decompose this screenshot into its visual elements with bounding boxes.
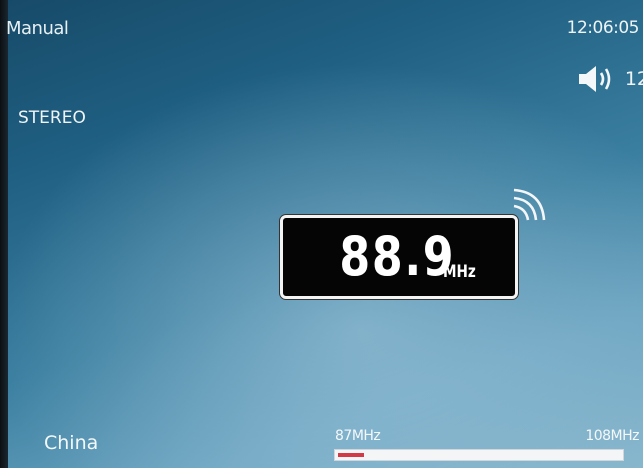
tuning-mode-label[interactable]: Manual xyxy=(6,18,69,39)
frequency-value: 88.9 xyxy=(339,225,456,288)
speaker-volume-icon xyxy=(577,64,619,94)
frequency-unit: MHz xyxy=(443,262,476,282)
volume-value: 12 xyxy=(624,68,643,90)
screen-bezel xyxy=(0,0,8,468)
volume-indicator[interactable]: 12 xyxy=(577,64,643,94)
region-label[interactable]: China xyxy=(44,432,98,454)
clock: 12:06:05 xyxy=(566,18,640,38)
radio-screen: Manual 12:06:05 12 STEREO 88.9 MHz China… xyxy=(0,0,643,468)
tuning-position-marker[interactable] xyxy=(338,453,364,457)
frequency-display[interactable]: 88.9 MHz xyxy=(280,215,518,299)
band-max-label: 108MHz xyxy=(585,428,639,444)
tuning-bar[interactable] xyxy=(334,449,624,461)
band-min-label: 87MHz xyxy=(335,428,381,444)
stereo-indicator: STEREO xyxy=(18,108,86,128)
